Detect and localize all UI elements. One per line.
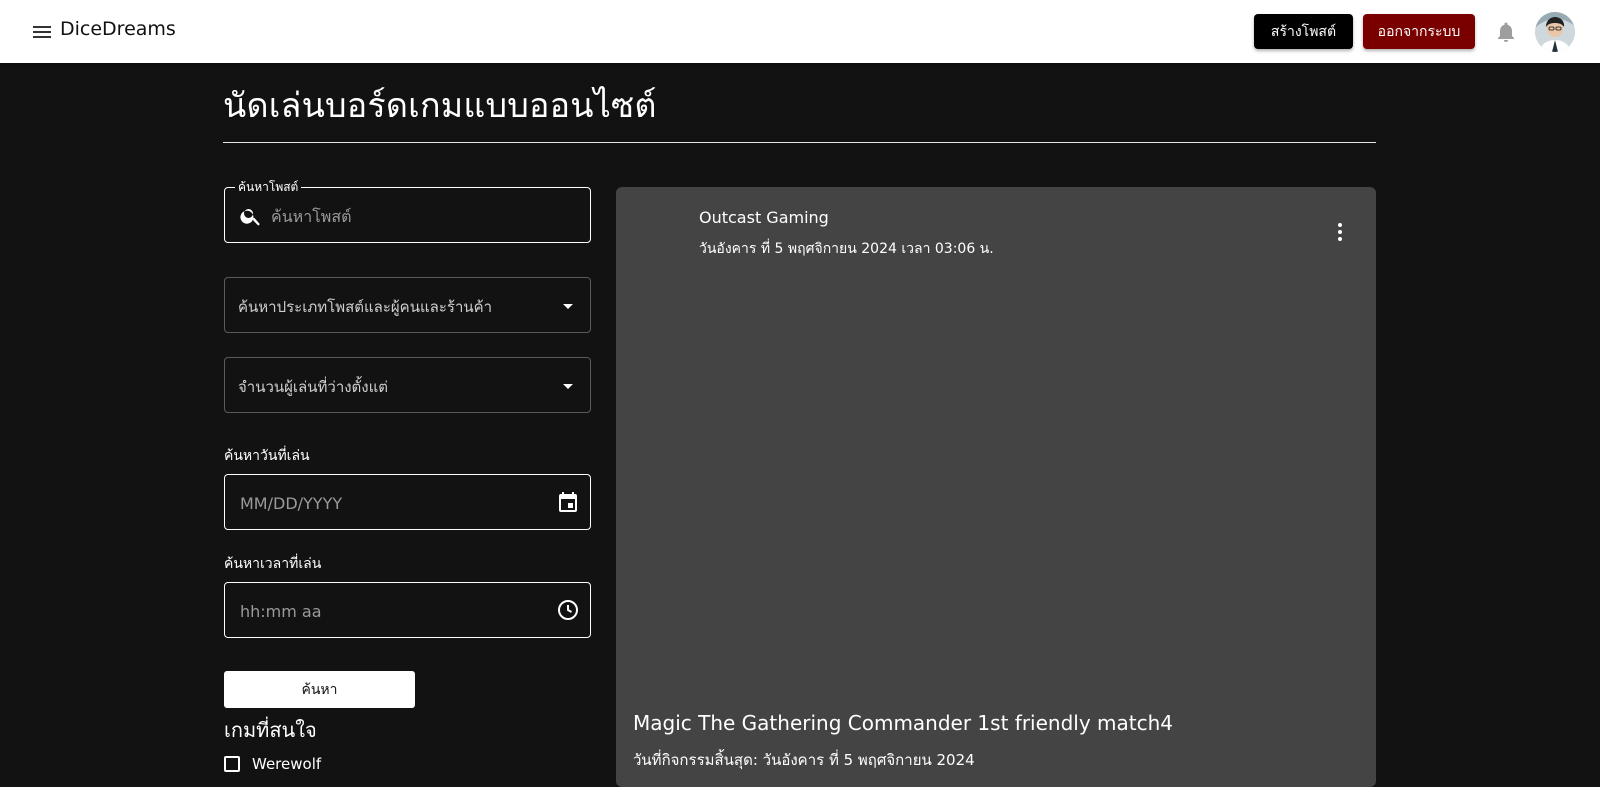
search-input[interactable] — [269, 198, 573, 234]
post-author[interactable]: Outcast Gaming — [699, 208, 829, 227]
interest-checkbox[interactable] — [224, 756, 240, 772]
arrow-drop-down-icon — [556, 294, 580, 318]
more-vert-icon[interactable] — [1328, 220, 1352, 244]
calendar-icon[interactable] — [556, 490, 580, 514]
search-button[interactable]: ค้นหา — [224, 671, 415, 708]
interest-option[interactable]: Werewolf — [224, 755, 321, 773]
post-card[interactable]: Outcast Gaming วันอังคาร ที่ 5 พฤศจิกายน… — [616, 187, 1376, 787]
clock-icon[interactable] — [556, 598, 580, 622]
interest-label: Werewolf — [252, 755, 322, 773]
page-title: นัดเล่นบอร์ดเกมแบบออนไซต์ — [223, 86, 657, 126]
title-divider — [223, 142, 1376, 143]
date-label: ค้นหาวันที่เล่น — [224, 448, 310, 464]
bell-icon[interactable] — [1494, 20, 1518, 44]
search-field-label: ค้นหาโพสต์ — [235, 180, 302, 194]
players-select-label: จำนวนผู้เล่นที่ว่างตั้งแต่ — [238, 378, 389, 396]
arrow-drop-down-icon — [556, 374, 580, 398]
post-type-select-label: ค้นหาประเภทโพสต์และผู้คนและร้านค้า — [238, 298, 493, 316]
brand-name[interactable]: DiceDreams — [60, 18, 176, 40]
date-picker — [224, 474, 591, 530]
post-title[interactable]: Magic The Gathering Commander 1st friend… — [633, 711, 1173, 735]
app-bar: DiceDreams สร้างโพสต์ ออกจากระบบ — [0, 0, 1600, 63]
search-icon — [239, 204, 263, 228]
time-picker — [224, 582, 591, 638]
avatar[interactable] — [1535, 12, 1575, 52]
players-select[interactable]: จำนวนผู้เล่นที่ว่างตั้งแต่ — [224, 357, 591, 413]
post-end-date: วันที่กิจกรรมสิ้นสุด: วันอังคาร ที่ 5 พฤ… — [633, 751, 975, 769]
search-field: ค้นหาโพสต์ — [224, 180, 591, 243]
post-type-select[interactable]: ค้นหาประเภทโพสต์และผู้คนและร้านค้า — [224, 277, 591, 333]
date-input[interactable] — [238, 485, 542, 521]
post-date: วันอังคาร ที่ 5 พฤศจิกายน 2024 เวลา 03:0… — [699, 241, 994, 257]
interests-title: เกมที่สนใจ — [224, 718, 317, 742]
create-post-button[interactable]: สร้างโพสต์ — [1254, 14, 1353, 49]
menu-icon[interactable] — [30, 20, 54, 44]
time-input[interactable] — [238, 593, 542, 629]
time-label: ค้นหาเวลาที่เล่น — [224, 556, 322, 572]
logout-button[interactable]: ออกจากระบบ — [1363, 14, 1475, 49]
